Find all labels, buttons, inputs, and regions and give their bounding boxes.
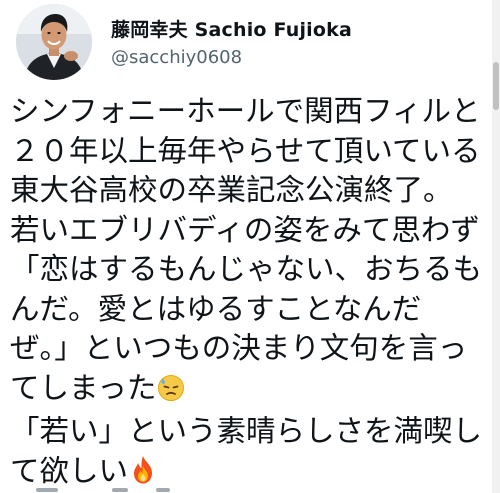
tweet-line-7: ぜ。」といつもの決まり文句を言っ <box>10 331 468 365</box>
tweet-text: シンフォニーホールで関西フィルと ２０年以上毎年やらせて頂いている 東大谷高校の… <box>10 92 488 493</box>
tweet-line-1: シンフォニーホールで関西フィルと <box>10 94 481 128</box>
tweet-line-5: 「恋はするもんじゃない、おちるも <box>10 252 483 286</box>
tweet-line-4: 若いエブリバディの姿をみて思わず <box>10 212 480 247</box>
tweet-line-3: 東大谷高校の卒業記念公演終了。 <box>10 173 453 207</box>
scrollbar[interactable] <box>492 0 500 493</box>
tweet-line-2: ２０年以上毎年やらせて頂いている <box>10 133 481 168</box>
downcast-face-with-sweat-icon <box>158 374 185 401</box>
author-name[interactable]: 藤岡幸夫 Sachio Fujioka <box>111 15 352 42</box>
tweet-page: 藤岡幸夫 Sachio Fujioka @sacchiy0608 シンフォニーホ… <box>0 0 500 493</box>
tweet-line-9: 「若い」という素晴らしさを満喫し <box>10 414 483 448</box>
fire-icon <box>134 455 153 483</box>
tweet-line-10: て欲しい <box>10 453 129 488</box>
downcast-face-with-sweat-emoji <box>157 373 185 413</box>
tweet-footer-peek <box>16 488 176 493</box>
tweet-line-8-row: てしまった <box>10 369 488 413</box>
tweet-line-8: てしまった <box>10 370 157 405</box>
tweet-line-10-row: て欲しい <box>10 452 488 493</box>
tweet-line-6: んだ。愛とはゆるすことなんだ <box>10 291 422 326</box>
author-handle[interactable]: @sacchiy0608 <box>111 47 242 68</box>
scrollbar-thumb[interactable] <box>493 62 499 110</box>
author-avatar[interactable] <box>16 4 92 80</box>
profile-photo-avatar <box>16 4 92 80</box>
